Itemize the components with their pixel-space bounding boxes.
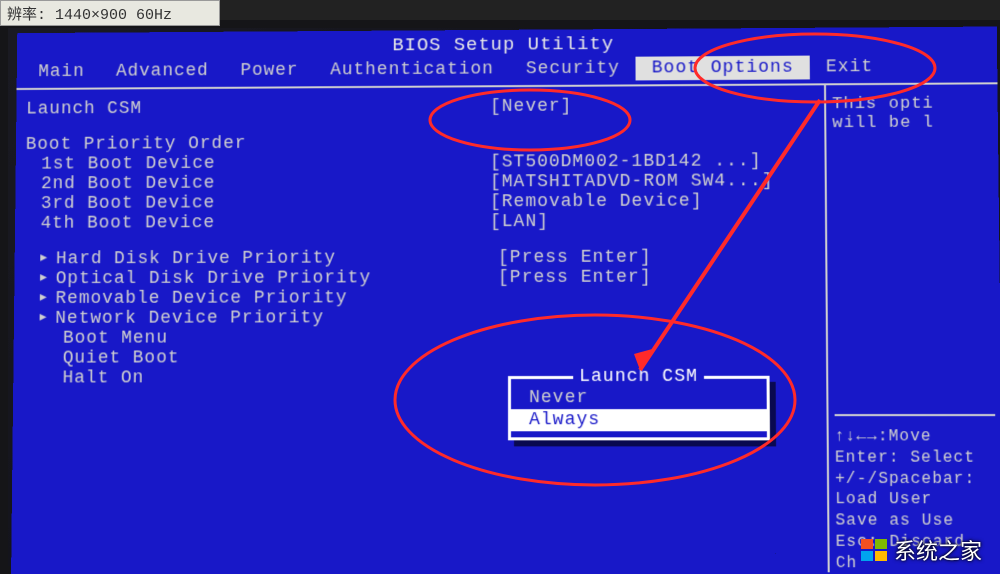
- popup-option-always[interactable]: Always: [511, 409, 767, 431]
- help-panel: This opti will be l ↑↓←→:Move Enter: Sel…: [826, 84, 1000, 572]
- network-priority-label: Network Device Priority: [55, 308, 498, 329]
- help-divider: [835, 414, 996, 416]
- boot-device-3[interactable]: 3rd Boot Device [Removable Device]: [41, 191, 817, 214]
- tab-boot-options[interactable]: Boot Options: [636, 56, 810, 81]
- quiet-boot-item[interactable]: Quiet Boot: [63, 348, 818, 369]
- tab-exit[interactable]: Exit: [810, 55, 890, 79]
- removable-priority[interactable]: Removable Device Priority: [40, 287, 818, 309]
- boot-device-4-label: 4th Boot Device: [41, 212, 491, 233]
- legend-load-user: Load User: [835, 489, 996, 510]
- watermark-text: 系统之家: [894, 534, 982, 566]
- tab-main[interactable]: Main: [23, 60, 101, 84]
- network-priority[interactable]: Network Device Priority: [39, 307, 817, 328]
- boot-menu-item[interactable]: Boot Menu: [63, 327, 818, 348]
- tab-power[interactable]: Power: [224, 59, 314, 83]
- main-panel: Launch CSM [Never] Boot Priority Order 1…: [11, 85, 830, 572]
- legend-enter: Enter: Select: [835, 447, 996, 468]
- optical-priority-value: [Press Enter]: [498, 268, 652, 288]
- launch-csm-label: Launch CSM: [26, 97, 490, 119]
- content-area: Launch CSM [Never] Boot Priority Order 1…: [11, 84, 1000, 572]
- tab-authentication[interactable]: Authentication: [314, 57, 510, 82]
- launch-csm-row[interactable]: Launch CSM [Never]: [26, 95, 816, 119]
- hdd-priority-value: [Press Enter]: [498, 248, 652, 268]
- boot-device-1-label: 1st Boot Device: [41, 153, 490, 175]
- popup-title: Launch CSM: [511, 367, 767, 387]
- launch-csm-popup: Launch CSM Never Always: [508, 376, 770, 441]
- optical-priority[interactable]: Optical Disk Drive Priority [Press Enter…: [40, 267, 818, 289]
- hdd-priority[interactable]: Hard Disk Drive Priority [Press Enter]: [40, 247, 817, 269]
- bios-screen: BIOS Setup Utility Main Advanced Power A…: [11, 27, 1000, 574]
- boot-device-2-label: 2nd Boot Device: [41, 172, 490, 194]
- legend-save-user: Save as Use: [835, 510, 996, 531]
- legend-move: ↑↓←→:Move: [835, 426, 996, 447]
- tab-advanced[interactable]: Advanced: [100, 59, 224, 83]
- launch-csm-value: [Never]: [490, 97, 572, 117]
- removable-priority-label: Removable Device Priority: [55, 288, 498, 309]
- boot-device-1-value: [ST500DM002-1BD142 ...]: [490, 151, 762, 172]
- watermark: 系统之家: [860, 534, 982, 566]
- popup-option-never[interactable]: Never: [511, 387, 767, 409]
- windows-flag-icon: [860, 538, 888, 562]
- boot-device-4-value: [LAN]: [490, 212, 549, 232]
- boot-device-4[interactable]: 4th Boot Device [LAN]: [41, 211, 818, 234]
- tab-security[interactable]: Security: [510, 57, 636, 82]
- optical-priority-label: Optical Disk Drive Priority: [56, 268, 498, 289]
- help-text-1: This opti: [832, 94, 992, 114]
- boot-device-2-value: [MATSHITADVD-ROM SW4...]: [490, 171, 774, 192]
- help-text-2: will be l: [832, 113, 992, 133]
- boot-device-3-label: 3rd Boot Device: [41, 192, 490, 214]
- legend-spacebar: +/-/Spacebar:: [835, 468, 996, 489]
- hdd-priority-label: Hard Disk Drive Priority: [56, 248, 498, 269]
- monitor-osd-label: 辨率: 1440×900 60Hz: [0, 0, 220, 26]
- boot-device-3-value: [Removable Device]: [490, 192, 703, 213]
- boot-priority-section: Boot Priority Order 1st Boot Device [ST5…: [25, 131, 817, 234]
